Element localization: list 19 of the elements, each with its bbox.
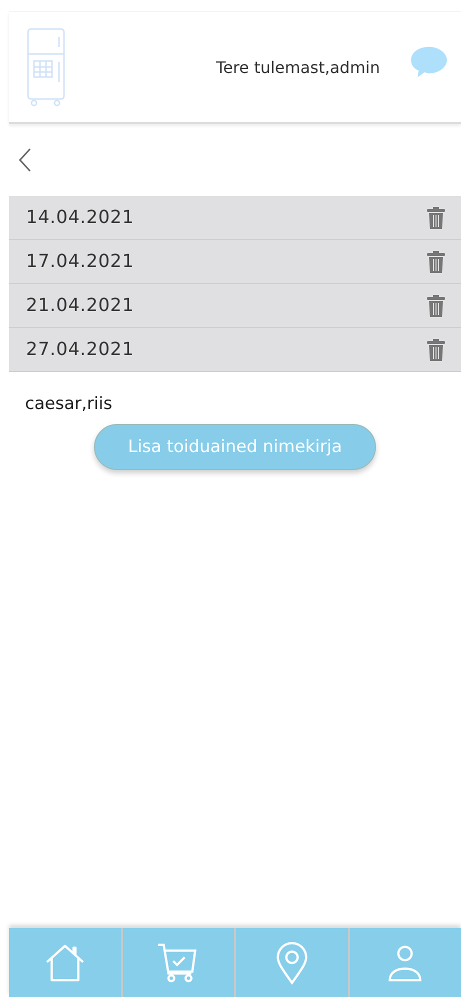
date-row[interactable]: 17.04.2021 [9,240,461,284]
trash-icon[interactable] [427,206,445,228]
cart-check-icon [157,942,200,984]
date-text: 21.04.2021 [26,295,134,316]
date-row[interactable]: 27.04.2021 [9,328,461,372]
date-text: 27.04.2021 [26,339,134,360]
trash-icon[interactable] [427,294,445,316]
fridge-icon [26,27,66,107]
date-row[interactable]: 14.04.2021 [9,196,461,240]
ingredients-text: caesar,riis [25,394,112,414]
location-pin-icon [274,940,309,984]
trash-icon[interactable] [427,338,445,360]
profile-icon [386,942,424,982]
home-icon [44,944,86,982]
date-text: 14.04.2021 [26,207,134,228]
greeting-text: Tere tulemast,admin [216,58,380,76]
date-row[interactable]: 21.04.2021 [9,284,461,328]
date-text: 17.04.2021 [26,251,134,272]
trash-icon[interactable] [427,250,445,272]
